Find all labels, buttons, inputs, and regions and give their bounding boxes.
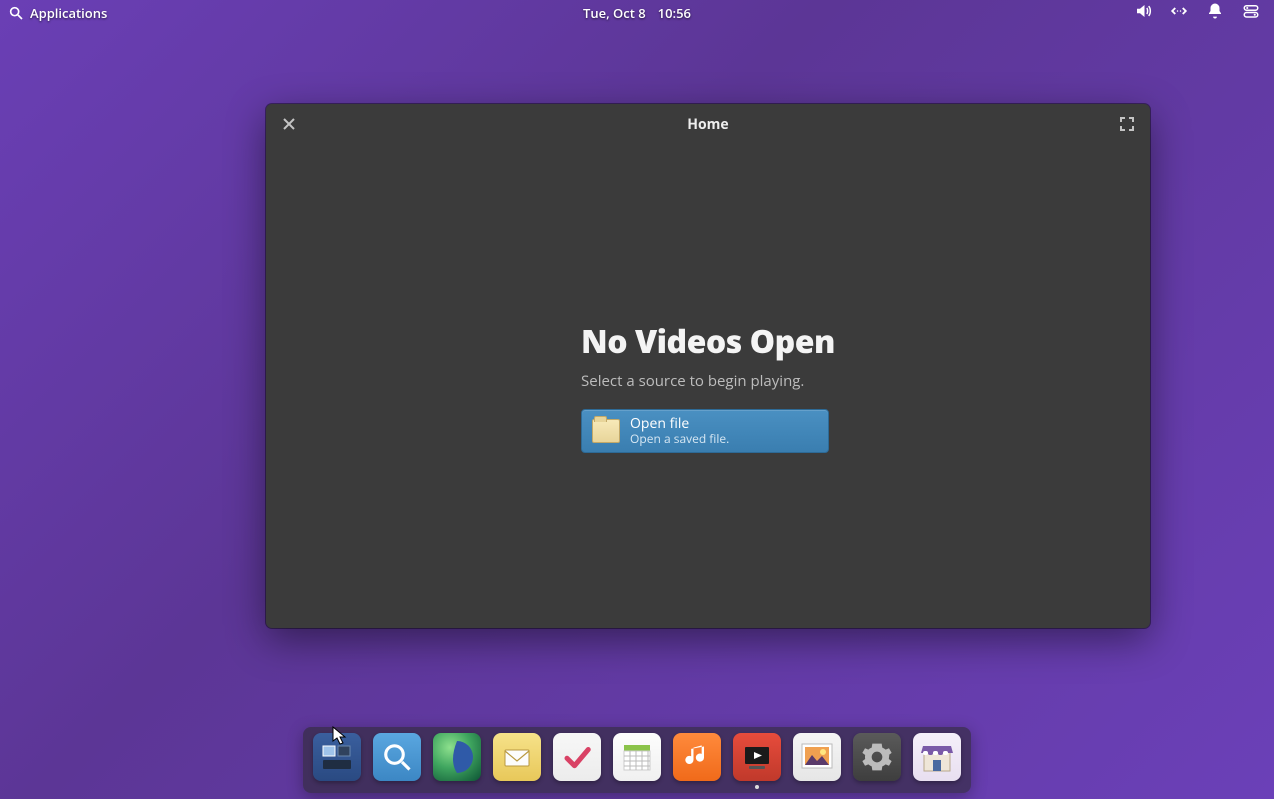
titlebar[interactable]: Home [266, 104, 1150, 144]
dock-app-music[interactable] [673, 733, 721, 781]
sound-indicator[interactable] [1134, 2, 1152, 24]
volume-icon [1134, 2, 1152, 20]
dock-app-settings[interactable] [853, 733, 901, 781]
music-icon [683, 743, 711, 771]
window-content: No Videos Open Select a source to begin … [266, 144, 1150, 628]
dock-app-appcenter[interactable] [913, 733, 961, 781]
dock-app-photos[interactable] [793, 733, 841, 781]
open-file-button[interactable]: Open file Open a saved file. [581, 409, 829, 453]
dock-app-files[interactable] [373, 733, 421, 781]
gear-icon [861, 741, 893, 773]
power-icon [1242, 2, 1260, 20]
dock [303, 727, 971, 793]
empty-state-heading: No Videos Open [581, 320, 835, 363]
applications-menu[interactable]: Applications [8, 4, 107, 22]
multitasking-icon [320, 740, 354, 774]
dock-app-multitasking[interactable] [313, 733, 361, 781]
close-button[interactable] [280, 115, 298, 133]
calendar-icon [620, 740, 654, 774]
video-icon [740, 740, 774, 774]
top-panel: Applications Tue, Oct 8 10:56 [0, 0, 1274, 26]
folder-icon [592, 419, 620, 443]
search-icon [8, 5, 24, 21]
notifications-indicator[interactable] [1206, 2, 1224, 24]
videos-window: Home No Videos Open Select a source to b… [266, 104, 1150, 628]
dock-app-videos[interactable] [733, 733, 781, 781]
empty-state-subtitle: Select a source to begin playing. [581, 371, 804, 391]
maximize-button[interactable] [1118, 115, 1136, 133]
magnifier-icon [382, 742, 412, 772]
session-indicator[interactable] [1242, 2, 1260, 24]
dock-app-tasks[interactable] [553, 733, 601, 781]
close-icon [283, 118, 295, 130]
dock-app-calendar[interactable] [613, 733, 661, 781]
network-indicator[interactable] [1170, 2, 1188, 24]
mail-icon [501, 741, 533, 773]
bell-icon [1206, 2, 1224, 20]
window-title: Home [687, 115, 728, 134]
dock-app-mail[interactable] [493, 733, 541, 781]
store-icon [918, 738, 956, 776]
network-icon [1170, 2, 1188, 20]
maximize-icon [1120, 117, 1134, 131]
open-file-subtitle: Open a saved file. [630, 432, 729, 446]
date-text: Tue, Oct 8 [583, 4, 646, 22]
time-text: 10:56 [658, 4, 691, 22]
globe-icon [437, 737, 477, 777]
check-icon [562, 742, 592, 772]
photos-icon [797, 737, 837, 777]
clock[interactable]: Tue, Oct 8 10:56 [583, 4, 691, 22]
applications-label: Applications [30, 4, 107, 22]
dock-app-browser[interactable] [433, 733, 481, 781]
